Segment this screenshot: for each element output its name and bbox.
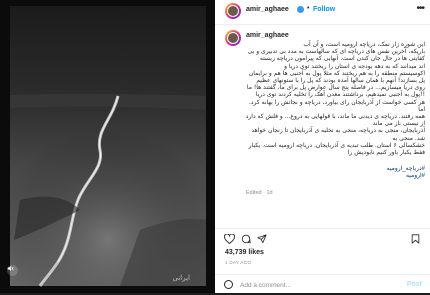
- mute-button[interactable]: [7, 265, 18, 276]
- avatar[interactable]: [225, 3, 241, 19]
- username[interactable]: amir_aghaee: [246, 6, 289, 13]
- comment-icon[interactable]: [241, 234, 251, 244]
- post-sidebar: amir_aghaee • Follow ••• amir_aghaee این…: [215, 0, 430, 293]
- separator-dot: •: [307, 5, 310, 12]
- speaker-off-icon: [7, 266, 14, 271]
- caption-block: amir_aghaee این شوره زار نمک، دریاچه ارو…: [225, 30, 425, 230]
- caption-avatar[interactable]: [225, 30, 241, 46]
- comment-input[interactable]: [240, 278, 390, 292]
- post-date: 1 DAY AGO: [225, 260, 252, 265]
- caption-text: این شوره زار نمک، دریاچه ارومیه است، و آ…: [245, 41, 425, 157]
- hashtag-link[interactable]: #دریاچه_ارومیه: [245, 166, 425, 173]
- emoji-icon[interactable]: [224, 280, 233, 289]
- hashtags: #دریاچه_ارومیه #ارومیه: [245, 166, 425, 180]
- more-icon[interactable]: •••: [416, 3, 424, 14]
- post-header: amir_aghaee • Follow •••: [215, 0, 430, 25]
- post-photo[interactable]: ایرانی: [0, 0, 215, 293]
- hashtag-link[interactable]: #ارومیه: [245, 173, 425, 180]
- follow-button[interactable]: Follow: [313, 6, 335, 13]
- verified-badge-icon: [297, 6, 304, 13]
- bookmark-icon[interactable]: [411, 234, 420, 244]
- edited-timestamp: Edited · 1d: [246, 190, 273, 196]
- caption-username[interactable]: amir_aghaee: [246, 32, 289, 39]
- share-icon[interactable]: [257, 234, 267, 244]
- actions-bar: 43,739 likes 1 DAY AGO Post: [215, 228, 430, 294]
- post-comment-button[interactable]: Post: [407, 281, 422, 288]
- likes-count[interactable]: 43,739 likes: [225, 249, 264, 256]
- salt-lake-photo: ایرانی: [10, 6, 206, 287]
- heart-icon[interactable]: [224, 234, 235, 244]
- post-dialog: ایرانی amir_aghaee • Follow ••• amir_agh…: [0, 0, 430, 293]
- comment-row: Post: [215, 274, 430, 295]
- photo-signature: ایرانی: [173, 274, 191, 282]
